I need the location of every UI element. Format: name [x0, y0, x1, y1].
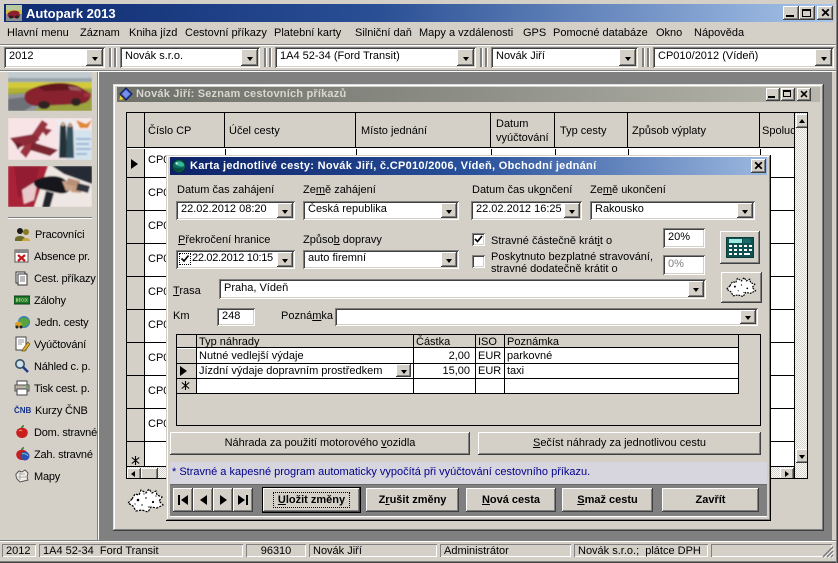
- svg-text:ČNB: ČNB: [14, 406, 31, 415]
- svg-text:1000: 1000: [17, 298, 28, 304]
